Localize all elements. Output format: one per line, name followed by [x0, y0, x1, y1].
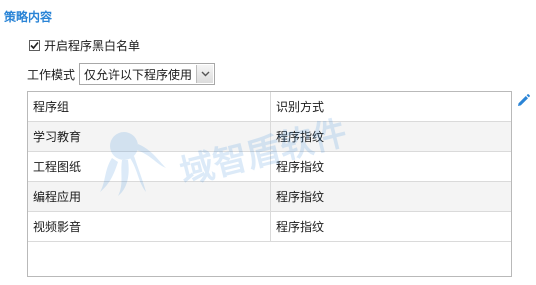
section-title: 策略内容: [4, 10, 53, 24]
pencil-icon[interactable]: [515, 93, 531, 109]
checkmark-icon: [30, 41, 39, 50]
program-table: 程序组 识别方式 学习教育 程序指纹 工程图纸 程序指纹 编程应用 程序指纹 视…: [27, 91, 512, 277]
chevron-down-icon[interactable]: [196, 65, 214, 83]
cell-group: 学习教育: [28, 122, 271, 151]
cell-method: 程序指纹: [276, 160, 325, 174]
column-header-method[interactable]: 识别方式: [271, 92, 511, 121]
cell-method: 程序指纹: [276, 190, 325, 204]
mode-label: 工作模式: [27, 67, 76, 82]
table-row[interactable]: 视频影音 程序指纹: [28, 212, 511, 242]
table-row[interactable]: 工程图纸 程序指纹: [28, 152, 511, 182]
cell-group: 视频影音: [28, 212, 271, 241]
cell-method: 程序指纹: [276, 220, 325, 234]
whitelist-toggle-row[interactable]: 开启程序黑白名单: [29, 37, 140, 54]
whitelist-checkbox[interactable]: [29, 40, 40, 51]
table-row[interactable]: 学习教育 程序指纹: [28, 122, 511, 152]
cell-method: 程序指纹: [276, 130, 325, 144]
mode-select-value: 仅允许以下程序使用: [84, 67, 193, 82]
mode-select[interactable]: 仅允许以下程序使用: [79, 63, 216, 85]
mode-row: 工作模式 仅允许以下程序使用: [27, 63, 216, 85]
column-header-group[interactable]: 程序组: [28, 92, 271, 121]
cell-group: 工程图纸: [28, 152, 271, 181]
whitelist-label: 开启程序黑白名单: [44, 39, 141, 53]
table-row[interactable]: 编程应用 程序指纹: [28, 182, 511, 212]
cell-group: 编程应用: [28, 182, 271, 211]
table-header: 程序组 识别方式: [28, 92, 511, 122]
